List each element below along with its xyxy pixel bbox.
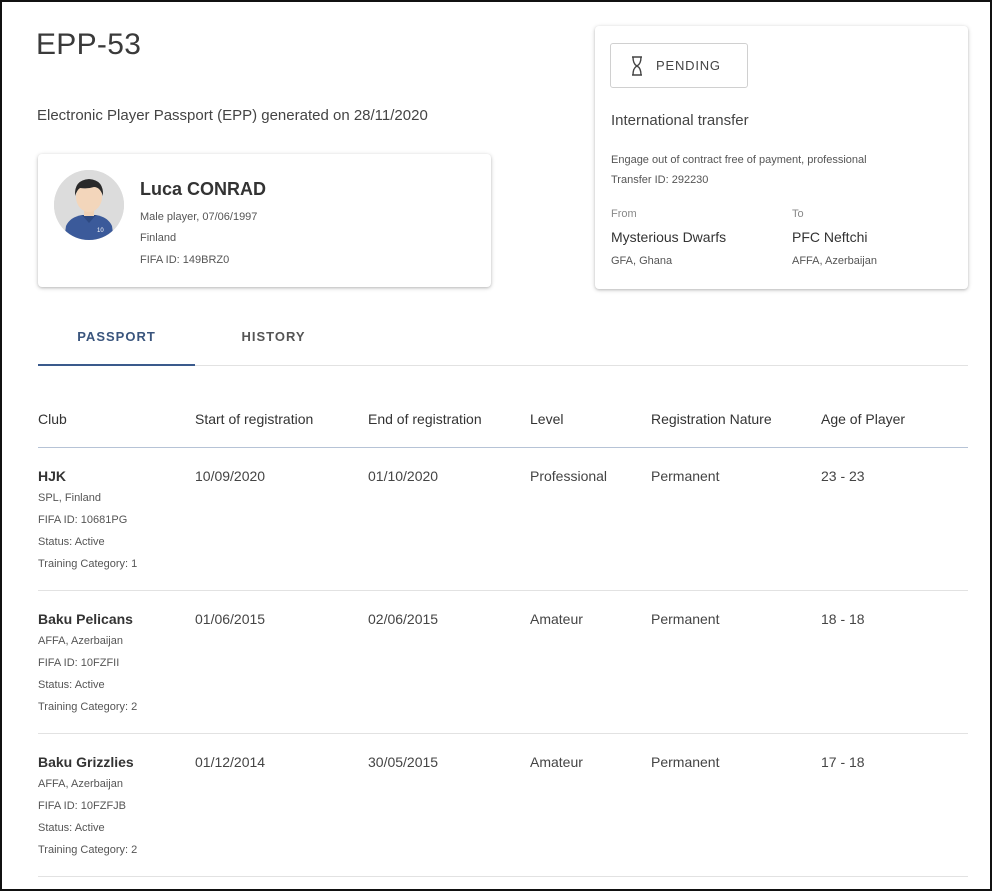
transfer-from-federation: GFA, Ghana [611, 255, 673, 267]
player-age-range: 17 - 18 [821, 754, 865, 770]
club-name: Baku Pelicans [38, 611, 133, 627]
player-card: 10 Luca CONRAD Male player, 07/06/1997 F… [38, 154, 491, 287]
tab-bar: PASSPORT HISTORY [38, 320, 968, 366]
club-training-category: Training Category: 1 [38, 558, 138, 570]
player-avatar: 10 [54, 170, 124, 240]
table-row: Baku Grizzlies AFFA, Azerbaijan FIFA ID:… [38, 734, 968, 877]
club-training-category: Training Category: 2 [38, 844, 138, 856]
club-federation: AFFA, Azerbaijan [38, 778, 123, 790]
registration-level: Amateur [530, 754, 583, 770]
pending-status-label: PENDING [656, 58, 721, 73]
registration-level: Professional [530, 468, 608, 484]
registration-level: Amateur [530, 611, 583, 627]
column-header-age: Age of Player [821, 411, 906, 427]
registration-end: 01/10/2020 [368, 468, 439, 484]
club-fifa-id: FIFA ID: 10681PG [38, 514, 128, 526]
column-header-start: Start of registration [195, 411, 314, 427]
club-federation: SPL, Finland [38, 492, 101, 504]
registration-nature: Permanent [651, 468, 720, 484]
transfer-from-club: Mysterious Dwarfs [611, 229, 727, 245]
club-name: Baku Grizzlies [38, 754, 134, 770]
club-status: Status: Active [38, 536, 105, 548]
club-status: Status: Active [38, 822, 105, 834]
registration-end: 30/05/2015 [368, 754, 439, 770]
registration-nature: Permanent [651, 611, 720, 627]
page-frame: EPP-53 Electronic Player Passport (EPP) … [0, 0, 992, 891]
player-age-range: 23 - 23 [821, 468, 865, 484]
tab-passport[interactable]: PASSPORT [38, 320, 195, 366]
transfer-to-club: PFC Neftchi [792, 229, 868, 245]
hourglass-icon [632, 55, 642, 76]
club-federation: AFFA, Azerbaijan [38, 635, 123, 647]
column-header-club: Club [38, 411, 67, 427]
player-country: Finland [140, 232, 177, 244]
transfer-type: International transfer [611, 112, 749, 129]
table-header: Club Start of registration End of regist… [38, 394, 968, 448]
epp-subtitle: Electronic Player Passport (EPP) generat… [37, 107, 428, 124]
jersey-number: 10 [97, 228, 104, 234]
column-header-level: Level [530, 411, 564, 427]
transfer-from-label: From [611, 208, 637, 220]
registration-start: 01/06/2015 [195, 611, 266, 627]
club-fifa-id: FIFA ID: 10FZFJB [38, 800, 127, 812]
table-row: Baku Pelicans AFFA, Azerbaijan FIFA ID: … [38, 591, 968, 734]
registration-start: 01/12/2014 [195, 754, 266, 770]
column-header-nature: Registration Nature [651, 411, 772, 427]
transfer-id: Transfer ID: 292230 [611, 174, 709, 186]
club-name: HJK [38, 468, 67, 484]
player-name: Luca CONRAD [140, 179, 267, 199]
club-status: Status: Active [38, 679, 105, 691]
player-age-range: 18 - 18 [821, 611, 865, 627]
transfer-to-federation: AFFA, Azerbaijan [792, 255, 877, 267]
transfer-card: PENDING International transfer Engage ou… [595, 26, 968, 289]
registration-end: 02/06/2015 [368, 611, 439, 627]
transfer-description: Engage out of contract free of payment, … [611, 154, 867, 166]
column-header-end: End of registration [368, 411, 482, 427]
pending-status-button[interactable]: PENDING [610, 43, 748, 88]
club-fifa-id: FIFA ID: 10FZFII [38, 657, 120, 669]
tab-history[interactable]: HISTORY [195, 320, 352, 366]
player-gender-dob: Male player, 07/06/1997 [140, 211, 258, 223]
table-row: HJK SPL, Finland FIFA ID: 10681PG Status… [38, 448, 968, 591]
transfer-to-label: To [792, 208, 804, 220]
registration-start: 10/09/2020 [195, 468, 266, 484]
club-training-category: Training Category: 2 [38, 701, 138, 713]
player-fifa-id: FIFA ID: 149BRZ0 [140, 254, 230, 266]
page-title: EPP-53 [36, 28, 142, 61]
player-avatar-icon: 10 [54, 170, 124, 240]
registration-nature: Permanent [651, 754, 720, 770]
